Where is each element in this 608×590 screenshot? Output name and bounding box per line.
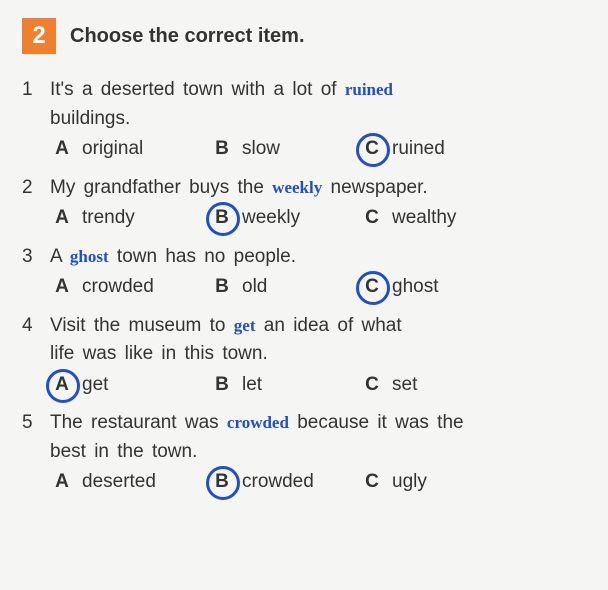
option[interactable]: Acrowded bbox=[50, 273, 200, 302]
option-text: ugly bbox=[392, 468, 427, 497]
exercise-number-box: 2 bbox=[22, 18, 56, 54]
option-text: old bbox=[242, 273, 267, 302]
option-text: deserted bbox=[82, 468, 156, 497]
option-letter: B bbox=[210, 206, 234, 230]
question-line: 1It's a deserted town with a lot of ruin… bbox=[22, 76, 586, 105]
question-continuation: best in the town. bbox=[50, 438, 586, 467]
exercise-header: 2 Choose the correct item. bbox=[22, 18, 586, 54]
question-block: 5The restaurant was crowded because it w… bbox=[22, 409, 586, 497]
question-pre-text: The restaurant was bbox=[50, 412, 227, 433]
question-post-text: an idea of what bbox=[256, 315, 402, 336]
option[interactable]: Blet bbox=[210, 371, 350, 400]
answer-fill: ruined bbox=[345, 80, 393, 99]
option-text: trendy bbox=[82, 204, 135, 233]
question-line: 3A ghost town has no people. bbox=[22, 243, 586, 272]
option-text: get bbox=[82, 371, 108, 400]
option[interactable]: Aget bbox=[50, 371, 200, 400]
option-letter: A bbox=[50, 275, 74, 299]
question-line: 5The restaurant was crowded because it w… bbox=[22, 409, 586, 438]
option-text: ruined bbox=[392, 135, 445, 164]
question-continuation: life was like in this town. bbox=[50, 340, 586, 369]
instruction-text: Choose the correct item. bbox=[70, 21, 305, 51]
option-text: set bbox=[392, 371, 417, 400]
option[interactable]: Bold bbox=[210, 273, 350, 302]
option-text: let bbox=[242, 371, 262, 400]
question-number: 5 bbox=[22, 409, 50, 438]
question-block: 3A ghost town has no people.AcrowdedBold… bbox=[22, 243, 586, 302]
answer-fill: weekly bbox=[272, 178, 322, 197]
answer-fill: get bbox=[234, 316, 256, 335]
option-text: crowded bbox=[242, 468, 314, 497]
question-pre-text: Visit the museum to bbox=[50, 315, 234, 336]
options-row: Aoriginal Bslow Cruined bbox=[50, 135, 586, 164]
question-block: 1It's a deserted town with a lot of ruin… bbox=[22, 76, 586, 164]
question-post-text: because it was the bbox=[289, 412, 464, 433]
options-row: Aget Blet Cset bbox=[50, 371, 586, 400]
option-text: weekly bbox=[242, 204, 300, 233]
option[interactable]: Adeserted bbox=[50, 468, 200, 497]
question-pre-text: A bbox=[50, 246, 70, 267]
option-letter: B bbox=[210, 373, 234, 397]
option-text: original bbox=[82, 135, 143, 164]
option-letter: B bbox=[210, 470, 234, 494]
option-letter: B bbox=[210, 275, 234, 299]
option-letter: B bbox=[210, 137, 234, 161]
option-letter: A bbox=[50, 137, 74, 161]
questions-container: 1It's a deserted town with a lot of ruin… bbox=[22, 76, 586, 497]
answer-fill: crowded bbox=[227, 413, 289, 432]
answer-fill: ghost bbox=[70, 247, 109, 266]
option-text: wealthy bbox=[392, 204, 456, 233]
question-post-text: town has no people. bbox=[109, 246, 296, 267]
option[interactable]: Bslow bbox=[210, 135, 350, 164]
question-text: Visit the museum to get an idea of what bbox=[50, 312, 586, 341]
option[interactable]: Cset bbox=[360, 371, 417, 400]
question-pre-text: My grandfather buys the bbox=[50, 177, 272, 198]
option[interactable]: Cghost bbox=[360, 273, 438, 302]
option[interactable]: Bcrowded bbox=[210, 468, 350, 497]
option-letter: C bbox=[360, 137, 384, 161]
question-line: 2My grandfather buys the weekly newspape… bbox=[22, 174, 586, 203]
option-text: crowded bbox=[82, 273, 154, 302]
question-continuation: buildings. bbox=[50, 105, 586, 134]
question-text: It's a deserted town with a lot of ruine… bbox=[50, 76, 586, 105]
option[interactable]: Atrendy bbox=[50, 204, 200, 233]
question-text: A ghost town has no people. bbox=[50, 243, 586, 272]
question-pre-text: It's a deserted town with a lot of bbox=[50, 79, 345, 100]
option[interactable]: Aoriginal bbox=[50, 135, 200, 164]
exercise-number: 2 bbox=[32, 18, 45, 54]
question-text: My grandfather buys the weekly newspaper… bbox=[50, 174, 586, 203]
question-post-text: newspaper. bbox=[322, 177, 427, 198]
option-text: slow bbox=[242, 135, 280, 164]
options-row: Acrowded Bold Cghost bbox=[50, 273, 586, 302]
question-text: The restaurant was crowded because it wa… bbox=[50, 409, 586, 438]
option[interactable]: Cwealthy bbox=[360, 204, 456, 233]
options-row: Adeserted Bcrowded Cugly bbox=[50, 468, 586, 497]
options-row: Atrendy Bweekly Cwealthy bbox=[50, 204, 586, 233]
option[interactable]: Cruined bbox=[360, 135, 445, 164]
option-letter: C bbox=[360, 470, 384, 494]
question-number: 2 bbox=[22, 174, 50, 203]
option-letter: A bbox=[50, 373, 74, 397]
option[interactable]: Cugly bbox=[360, 468, 427, 497]
option-letter: A bbox=[50, 206, 74, 230]
question-line: 4Visit the museum to get an idea of what bbox=[22, 312, 586, 341]
option[interactable]: Bweekly bbox=[210, 204, 350, 233]
option-letter: C bbox=[360, 206, 384, 230]
question-number: 4 bbox=[22, 312, 50, 341]
question-number: 1 bbox=[22, 76, 50, 105]
option-letter: A bbox=[50, 470, 74, 494]
option-text: ghost bbox=[392, 273, 438, 302]
question-block: 4Visit the museum to get an idea of what… bbox=[22, 312, 586, 400]
option-letter: C bbox=[360, 373, 384, 397]
question-number: 3 bbox=[22, 243, 50, 272]
question-block: 2My grandfather buys the weekly newspape… bbox=[22, 174, 586, 233]
option-letter: C bbox=[360, 275, 384, 299]
